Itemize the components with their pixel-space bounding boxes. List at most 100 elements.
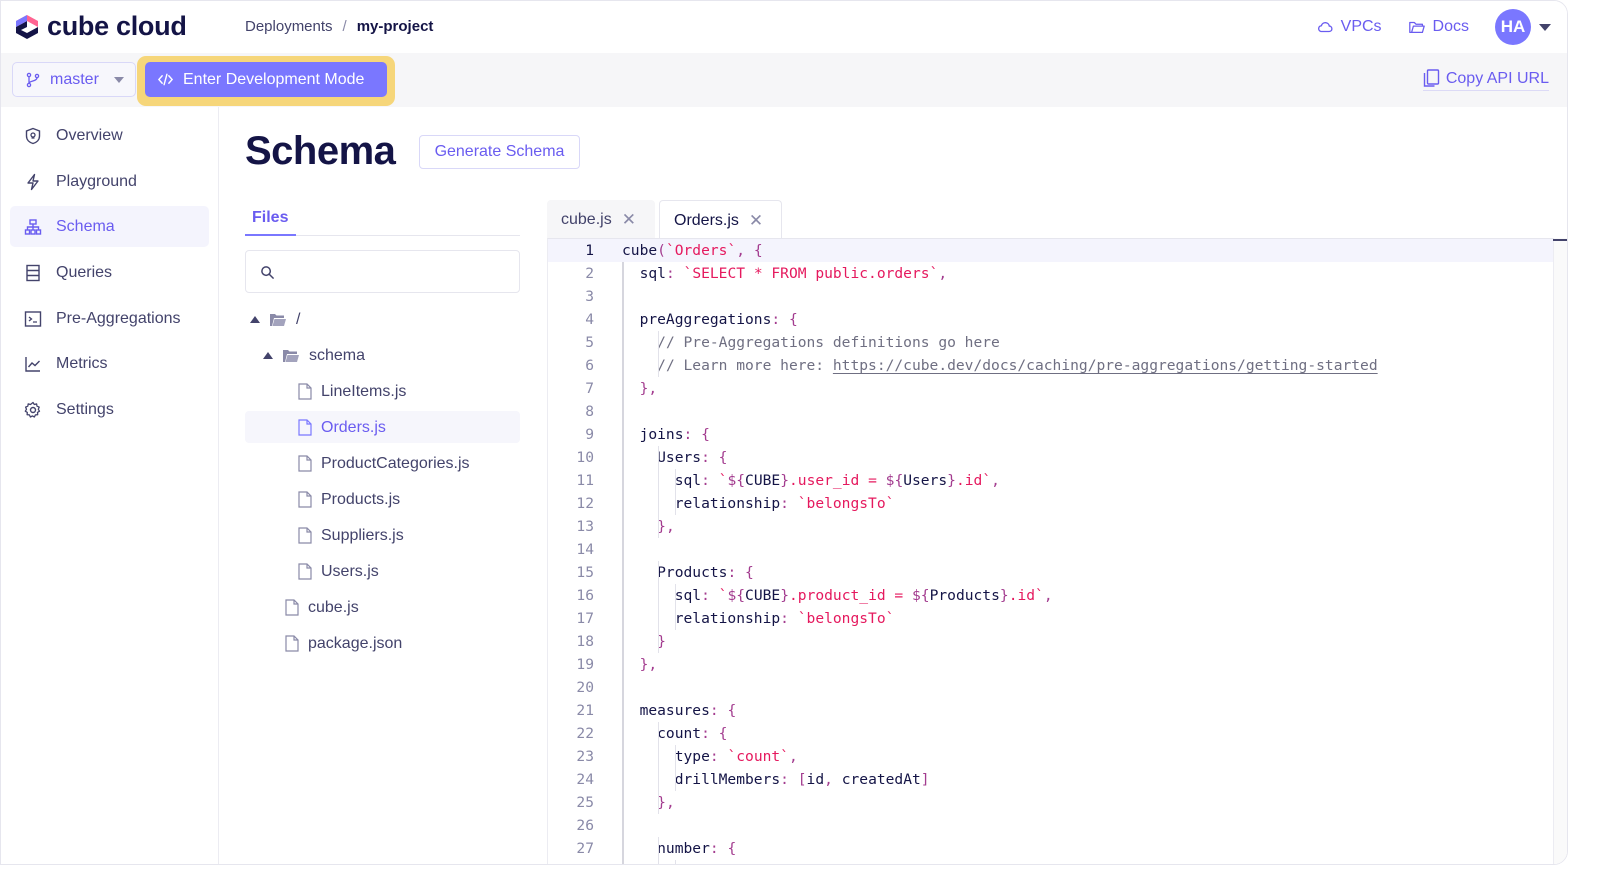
code-line[interactable]: 3: [548, 285, 1548, 308]
code-line[interactable]: 28 sql: `number`,: [548, 860, 1548, 864]
tree-file[interactable]: Products.js: [298, 483, 400, 516]
indent-guide: [657, 722, 659, 745]
code-text: sql: `${CUBE}.user_id = ${Users}.id`,: [622, 472, 1000, 489]
line-number: 10: [576, 449, 594, 466]
enter-dev-mode-button[interactable]: Enter Development Mode: [145, 62, 387, 97]
code-line[interactable]: 9 joins: {: [548, 423, 1548, 446]
code-line[interactable]: 26: [548, 814, 1548, 837]
code-line[interactable]: 24 drillMembers: [id, createdAt]: [548, 768, 1548, 791]
tree-file[interactable]: Suppliers.js: [298, 519, 404, 552]
line-number: 9: [585, 426, 594, 443]
code-line[interactable]: 11 sql: `${CUBE}.user_id = ${Users}.id`,: [548, 469, 1548, 492]
file-icon: [298, 419, 312, 436]
collapse-triangle-icon[interactable]: [250, 316, 260, 323]
editor-tab-orders-js[interactable]: Orders.js ✕: [659, 200, 782, 240]
copy-api-url-link[interactable]: Copy API URL: [1422, 69, 1549, 91]
toolbar: master Enter Development Mode Copy API U…: [1, 53, 1567, 107]
close-icon[interactable]: ✕: [749, 211, 763, 231]
code-line[interactable]: 19 },: [548, 653, 1548, 676]
editor-tab-label: Orders.js: [674, 211, 739, 229]
code-text: cube(`Orders`, {: [622, 242, 763, 259]
line-number: 4: [585, 311, 594, 328]
tree-file-selected[interactable]: Orders.js: [298, 411, 386, 444]
code-line[interactable]: 13 },: [548, 515, 1548, 538]
line-number: 17: [576, 610, 594, 627]
line-number: 12: [576, 495, 594, 512]
code-line[interactable]: 1 cube(`Orders`, {: [548, 239, 1548, 262]
code-line[interactable]: 15 Products: {: [548, 561, 1548, 584]
indent-guide: [657, 584, 659, 607]
tab-files[interactable]: Files: [252, 209, 288, 227]
code-line[interactable]: 27 number: {: [548, 837, 1548, 860]
code-line[interactable]: 4 preAggregations: {: [548, 308, 1548, 331]
line-number: 8: [585, 403, 594, 420]
tree-label: Users.js: [321, 562, 379, 580]
code-line[interactable]: 2 sql: `SELECT * FROM public.orders`,: [548, 262, 1548, 285]
editor-tab-cube-js[interactable]: cube.js ✕: [547, 200, 655, 239]
top-header: cube cloud Deployments / my-project VPCs…: [1, 1, 1567, 53]
cloud-icon: [1317, 22, 1333, 33]
indent-guide: [675, 745, 677, 768]
tree-folder-root[interactable]: /: [250, 303, 300, 336]
logo[interactable]: cube cloud: [13, 11, 187, 42]
line-number: 19: [576, 656, 594, 673]
generate-schema-button[interactable]: Generate Schema: [419, 135, 580, 169]
indent-guide: [657, 354, 659, 377]
sidebar-item-settings[interactable]: Settings: [10, 389, 209, 430]
tree-label: Suppliers.js: [321, 526, 404, 544]
sidebar-item-pre-aggregations[interactable]: Pre-Aggregations: [10, 298, 209, 339]
code-line[interactable]: 21 measures: {: [548, 699, 1548, 722]
breadcrumb-deployments[interactable]: Deployments: [245, 18, 333, 35]
tree-file[interactable]: package.json: [285, 627, 402, 660]
shield-icon: [25, 127, 41, 144]
sidebar-label: Overview: [56, 126, 123, 144]
code-line[interactable]: 6 // Learn more here: https://cube.dev/d…: [548, 354, 1548, 377]
code-line[interactable]: 5 // Pre-Aggregations definitions go her…: [548, 331, 1548, 354]
sidebar-item-queries[interactable]: Queries: [10, 252, 209, 293]
code-text: relationship: `belongsTo`: [622, 495, 895, 512]
file-icon: [298, 383, 312, 400]
file-icon: [298, 455, 312, 472]
code-editor[interactable]: 1 cube(`Orders`, {2 sql: `SELECT * FROM p…: [547, 238, 1567, 864]
code-line[interactable]: 25 },: [548, 791, 1548, 814]
tree-file[interactable]: Users.js: [298, 555, 379, 588]
indent-guide: [657, 446, 659, 469]
code-line[interactable]: 7 },: [548, 377, 1548, 400]
code-line[interactable]: 22 count: {: [548, 722, 1548, 745]
tree-file[interactable]: LineItems.js: [298, 375, 406, 408]
collapse-triangle-icon[interactable]: [263, 352, 273, 359]
sidebar-item-playground[interactable]: Playground: [10, 161, 209, 202]
file-search-input[interactable]: [284, 251, 514, 292]
code-line[interactable]: 16 sql: `${CUBE}.product_id = ${Products…: [548, 584, 1548, 607]
editor-scrollbar[interactable]: [1553, 238, 1567, 864]
indent-guide: [657, 515, 659, 538]
tree-label: LineItems.js: [321, 382, 407, 400]
sidebar-item-schema[interactable]: Schema: [10, 206, 209, 247]
sidebar-item-metrics[interactable]: Metrics: [10, 343, 209, 384]
code-line[interactable]: 8: [548, 400, 1548, 423]
tree-file[interactable]: cube.js: [285, 591, 359, 624]
chevron-down-icon[interactable]: [1539, 23, 1551, 31]
indent-guide: [675, 860, 677, 864]
code-text: measures: {: [622, 702, 737, 719]
line-number: 18: [576, 633, 594, 650]
code-line[interactable]: 10 Users: {: [548, 446, 1548, 469]
avatar[interactable]: HA: [1495, 9, 1531, 45]
docs-link[interactable]: Docs: [1408, 18, 1469, 36]
code-line[interactable]: 20: [548, 676, 1548, 699]
code-line[interactable]: 12 relationship: `belongsTo`: [548, 492, 1548, 515]
code-line[interactable]: 23 type: `count`,: [548, 745, 1548, 768]
code-line[interactable]: 17 relationship: `belongsTo`: [548, 607, 1548, 630]
vpcs-link[interactable]: VPCs: [1316, 18, 1382, 36]
bolt-icon: [27, 173, 39, 190]
tree-folder-schema[interactable]: schema: [263, 339, 365, 372]
code-line[interactable]: 18 }: [548, 630, 1548, 653]
tree-file[interactable]: ProductCategories.js: [298, 447, 470, 480]
code-line[interactable]: 14: [548, 538, 1548, 561]
close-icon[interactable]: ✕: [622, 210, 636, 230]
folder-open-icon: [1408, 21, 1425, 34]
branch-selector[interactable]: master: [12, 62, 136, 97]
indent-guide: [657, 837, 659, 860]
sidebar-item-overview[interactable]: Overview: [10, 115, 209, 156]
user-menu[interactable]: HA: [1495, 9, 1551, 45]
